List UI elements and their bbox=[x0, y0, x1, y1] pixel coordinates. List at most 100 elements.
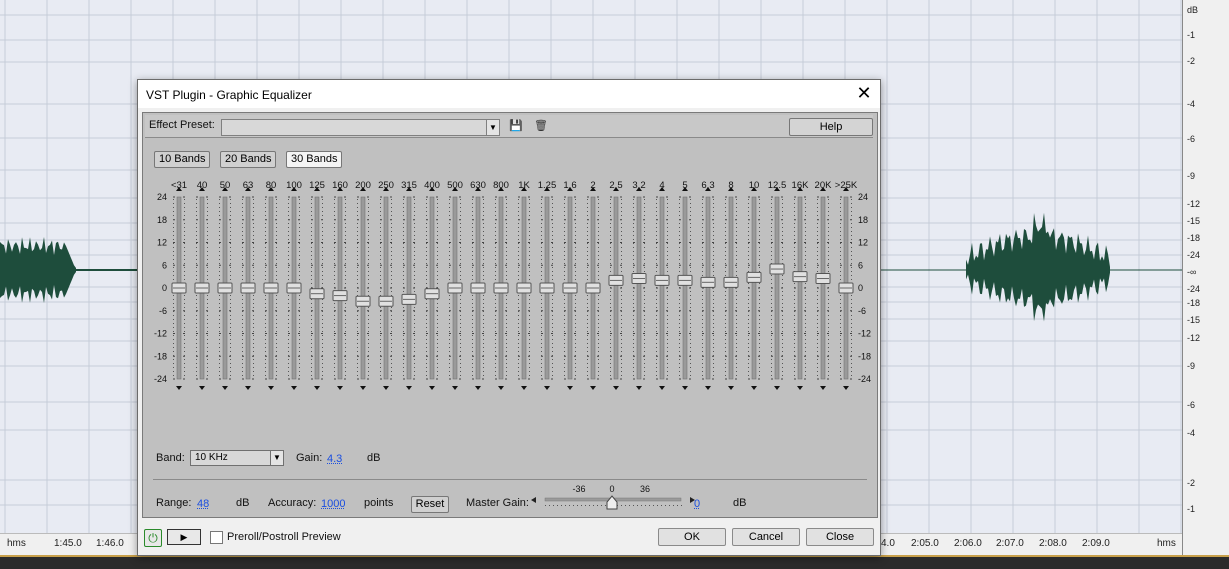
eq-dot bbox=[541, 375, 542, 376]
master-gain-dot bbox=[665, 505, 666, 506]
chevron-left-icon[interactable] bbox=[531, 497, 536, 503]
ok-button[interactable]: OK bbox=[658, 528, 726, 546]
eq-down-arrow-icon[interactable] bbox=[774, 386, 780, 390]
eq-down-arrow-icon[interactable] bbox=[199, 386, 205, 390]
eq-down-arrow-icon[interactable] bbox=[682, 386, 688, 390]
db-ruler-tick: -4 bbox=[1187, 99, 1196, 109]
eq-slider-track[interactable] bbox=[774, 196, 780, 380]
eq-slider-track[interactable] bbox=[613, 196, 619, 380]
close-icon[interactable]: ✕ bbox=[854, 84, 874, 104]
eq-dot bbox=[253, 255, 254, 256]
eq-down-arrow-icon[interactable] bbox=[521, 386, 527, 390]
eq-down-arrow-icon[interactable] bbox=[245, 386, 251, 390]
eq-dot bbox=[805, 355, 806, 356]
eq-dot bbox=[483, 347, 484, 348]
eq-slider-track[interactable] bbox=[383, 196, 389, 380]
eq-dot bbox=[380, 235, 381, 236]
eq-slider-track[interactable] bbox=[751, 196, 757, 380]
eq-down-arrow-icon[interactable] bbox=[659, 386, 665, 390]
eq-dot bbox=[265, 239, 266, 240]
band-dropdown[interactable]: 10 KHz ▼ bbox=[190, 450, 284, 466]
eq-dot bbox=[541, 339, 542, 340]
eq-down-arrow-icon[interactable] bbox=[429, 386, 435, 390]
eq-slider-track[interactable] bbox=[705, 196, 711, 380]
eq-dot bbox=[506, 227, 507, 228]
eq-down-arrow-icon[interactable] bbox=[613, 386, 619, 390]
eq-down-arrow-icon[interactable] bbox=[268, 386, 274, 390]
eq-down-arrow-icon[interactable] bbox=[843, 386, 849, 390]
eq-dot bbox=[368, 375, 369, 376]
eq-slider-track[interactable] bbox=[429, 196, 435, 380]
eq-dot bbox=[713, 307, 714, 308]
range-value[interactable]: 48 bbox=[197, 498, 209, 510]
eq-slider-track[interactable] bbox=[406, 196, 412, 380]
eq-dot bbox=[506, 359, 507, 360]
eq-dot bbox=[460, 247, 461, 248]
eq-dot bbox=[748, 247, 749, 248]
eq-dot bbox=[288, 315, 289, 316]
eq-down-arrow-icon[interactable] bbox=[222, 386, 228, 390]
eq-down-arrow-icon[interactable] bbox=[452, 386, 458, 390]
eq-dot bbox=[552, 199, 553, 200]
eq-dot bbox=[817, 211, 818, 212]
eq-slider-track[interactable] bbox=[636, 196, 642, 380]
master-gain-value[interactable]: 0 bbox=[694, 498, 700, 510]
eq-down-arrow-icon[interactable] bbox=[360, 386, 366, 390]
eq-slider-track[interactable] bbox=[728, 196, 734, 380]
eq-down-arrow-icon[interactable] bbox=[567, 386, 573, 390]
power-icon[interactable]: ⏻ bbox=[144, 529, 162, 547]
eq-dot bbox=[495, 347, 496, 348]
eq-down-arrow-icon[interactable] bbox=[636, 386, 642, 390]
eq-dot bbox=[771, 279, 772, 280]
eq-down-arrow-icon[interactable] bbox=[383, 386, 389, 390]
dialog-titlebar[interactable]: VST Plugin - Graphic Equalizer ✕ bbox=[138, 80, 880, 108]
eq-slider-track[interactable] bbox=[314, 196, 320, 380]
preroll-checkbox[interactable] bbox=[210, 531, 223, 544]
eq-down-arrow-icon[interactable] bbox=[475, 386, 481, 390]
eq-slider-track[interactable] bbox=[360, 196, 366, 380]
eq-dot bbox=[633, 327, 634, 328]
eq-dot bbox=[184, 339, 185, 340]
eq-slider-track[interactable] bbox=[659, 196, 665, 380]
play-icon[interactable]: ▶ bbox=[167, 529, 201, 545]
eq-slider-track[interactable] bbox=[337, 196, 343, 380]
close-button[interactable]: Close bbox=[806, 528, 874, 546]
master-gain-slider[interactable]: -36 0 36 bbox=[529, 481, 699, 513]
cancel-button[interactable]: Cancel bbox=[732, 528, 800, 546]
eq-slider-track[interactable] bbox=[797, 196, 803, 380]
eq-dot bbox=[587, 203, 588, 204]
eq-dot bbox=[633, 311, 634, 312]
eq-down-arrow-icon[interactable] bbox=[590, 386, 596, 390]
eq-dot bbox=[506, 207, 507, 208]
gain-value[interactable]: 4.3 bbox=[327, 453, 342, 465]
eq-slider-track[interactable] bbox=[820, 196, 826, 380]
chevron-down-icon[interactable]: ▼ bbox=[270, 451, 283, 465]
eq-dot bbox=[288, 335, 289, 336]
eq-dot bbox=[679, 259, 680, 260]
eq-dot bbox=[633, 367, 634, 368]
eq-down-arrow-icon[interactable] bbox=[314, 386, 320, 390]
reset-button[interactable]: Reset bbox=[411, 496, 449, 513]
eq-dot bbox=[391, 327, 392, 328]
eq-down-arrow-icon[interactable] bbox=[498, 386, 504, 390]
eq-down-arrow-icon[interactable] bbox=[337, 386, 343, 390]
eq-down-arrow-icon[interactable] bbox=[291, 386, 297, 390]
eq-dot bbox=[656, 291, 657, 292]
eq-down-arrow-icon[interactable] bbox=[544, 386, 550, 390]
eq-dot bbox=[541, 207, 542, 208]
accuracy-value[interactable]: 1000 bbox=[321, 498, 345, 510]
eq-down-arrow-icon[interactable] bbox=[176, 386, 182, 390]
eq-dot bbox=[276, 295, 277, 296]
eq-dot bbox=[794, 267, 795, 268]
eq-dot bbox=[288, 203, 289, 204]
eq-down-arrow-icon[interactable] bbox=[705, 386, 711, 390]
eq-dot bbox=[690, 247, 691, 248]
eq-dot bbox=[587, 371, 588, 372]
eq-down-arrow-icon[interactable] bbox=[797, 386, 803, 390]
eq-dot bbox=[391, 307, 392, 308]
eq-slider-track[interactable] bbox=[682, 196, 688, 380]
eq-down-arrow-icon[interactable] bbox=[728, 386, 734, 390]
eq-down-arrow-icon[interactable] bbox=[751, 386, 757, 390]
eq-down-arrow-icon[interactable] bbox=[406, 386, 412, 390]
eq-down-arrow-icon[interactable] bbox=[820, 386, 826, 390]
